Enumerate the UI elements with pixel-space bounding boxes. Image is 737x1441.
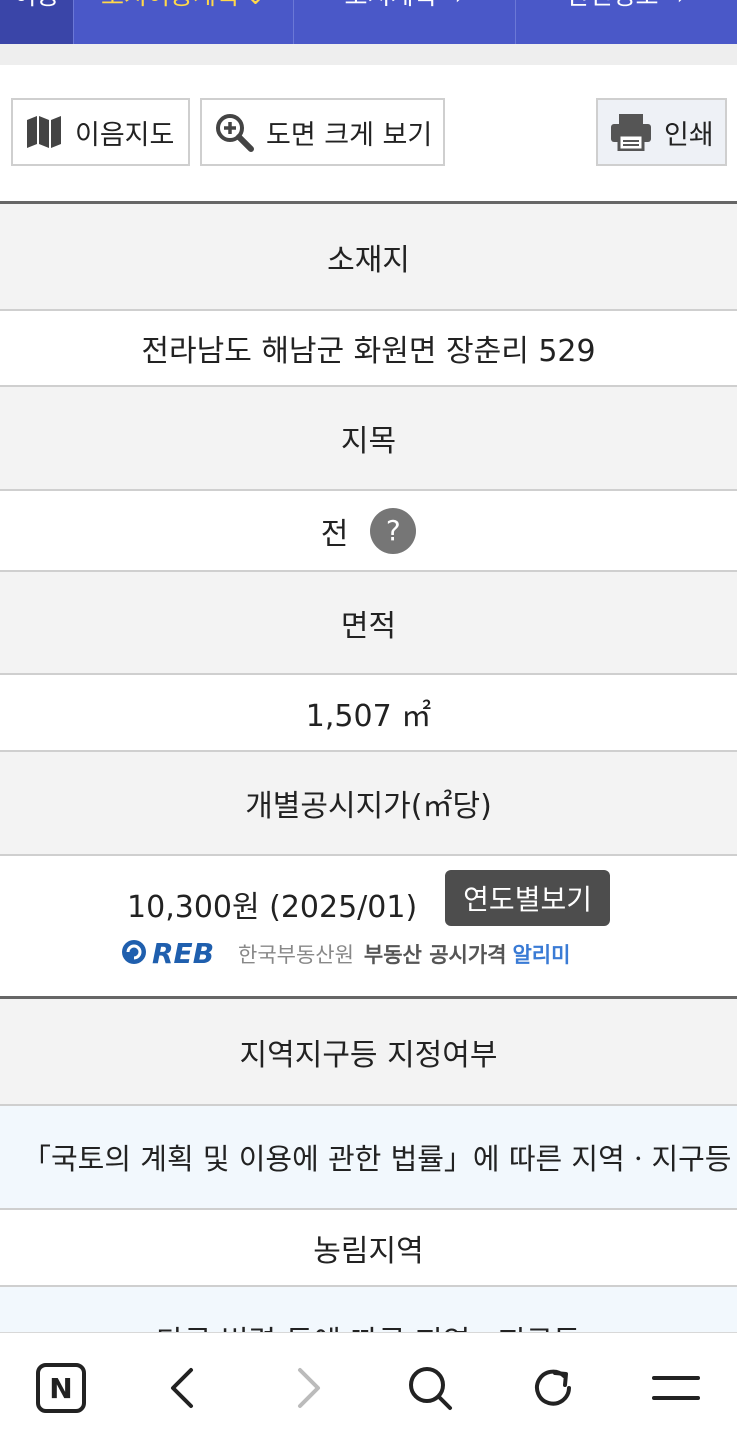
law-section-header: 「국토의 계획 및 이용에 관한 법률」에 따른 지역ㆍ지구등: [0, 1104, 737, 1208]
refresh-icon[interactable]: [525, 1360, 581, 1416]
reb-price-notice-link[interactable]: REB 한국부동산원 부동산 공시가격 알리미: [120, 936, 570, 972]
chevron-right-icon: ›: [455, 0, 465, 18]
top-nav-tabs: 이동 토지이용계획 ⌄ 도시계획 › 관련정보 ›: [0, 0, 737, 44]
area-header: 면적: [340, 608, 397, 644]
map-button[interactable]: 이음지도: [11, 98, 190, 166]
reb-org-name: 한국부동산원: [238, 943, 354, 967]
area-value: 1,507 ㎡: [305, 698, 432, 734]
browser-bottom-bar: N: [0, 1332, 737, 1441]
location-value: 전라남도 해남군 화원면 장춘리 529: [141, 334, 596, 369]
chevron-right-icon: ›: [677, 0, 687, 18]
tab-land-use-plan-label: 토지이용계획: [101, 0, 239, 18]
area-header-row: 면적: [0, 570, 737, 673]
reb-logo-icon: REB: [120, 936, 230, 972]
tab-move-label: 이동: [13, 0, 59, 18]
printer-icon: [610, 113, 652, 151]
reb-service-accent: 알리미: [512, 943, 571, 967]
tab-move[interactable]: 이동: [0, 0, 74, 44]
price-value: 10,300원 (2025/01): [127, 890, 418, 925]
map-icon: [25, 115, 63, 149]
category-value-row: 전 ?: [0, 489, 737, 570]
zone-header-row: 지역지구등 지정여부: [0, 996, 737, 1104]
map-button-label: 이음지도: [75, 119, 175, 151]
help-icon[interactable]: ?: [370, 507, 417, 554]
chevron-down-icon: ⌄: [245, 0, 266, 18]
price-header-row: 개별공시지가(㎡당): [0, 750, 737, 854]
forward-icon[interactable]: [280, 1360, 336, 1416]
tab-city-plan-label: 도시계획: [344, 0, 436, 18]
enlarge-drawing-button[interactable]: 도면 크게 보기: [200, 98, 445, 166]
location-value-row: 전라남도 해남군 화원면 장춘리 529: [0, 309, 737, 385]
print-button[interactable]: 인쇄: [596, 98, 727, 166]
location-header-row: 소재지: [0, 201, 737, 309]
tab-land-use-plan[interactable]: 토지이용계획 ⌄: [74, 0, 294, 44]
area-value-row: 1,507 ㎡: [0, 673, 737, 750]
menu-icon[interactable]: [648, 1360, 704, 1416]
reb-logo-text: REB: [152, 937, 214, 968]
enlarge-drawing-label: 도면 크게 보기: [266, 119, 433, 151]
divider: [0, 44, 737, 65]
price-header: 개별공시지가(㎡당): [245, 789, 492, 824]
category-value: 전: [320, 516, 349, 552]
tab-related-info[interactable]: 관련정보 ›: [516, 0, 737, 44]
tab-related-info-label: 관련정보: [566, 0, 658, 18]
category-header: 지목: [340, 424, 397, 459]
back-icon[interactable]: [155, 1360, 211, 1416]
zone-value-row: 농림지역: [0, 1208, 737, 1285]
zone-value: 농림지역: [313, 1233, 424, 1269]
naver-letter: N: [49, 1372, 72, 1405]
law-text: 「국토의 계획 및 이용에 관한 법률」에 따른 지역ㆍ지구등: [22, 1142, 732, 1176]
naver-home-icon[interactable]: N: [33, 1360, 89, 1416]
view-by-year-button[interactable]: 연도별보기: [445, 870, 610, 926]
zone-header: 지역지구등 지정여부: [239, 1037, 498, 1073]
location-header: 소재지: [327, 242, 410, 278]
price-value-row: 10,300원 (2025/01) 연도별보기: [0, 854, 737, 997]
zoom-in-icon: [214, 112, 254, 152]
print-button-label: 인쇄: [664, 119, 714, 151]
reb-service-name: 부동산 공시가격: [363, 943, 507, 967]
category-header-row: 지목: [0, 385, 737, 489]
search-icon[interactable]: [402, 1360, 458, 1416]
tab-city-plan[interactable]: 도시계획 ›: [294, 0, 516, 44]
